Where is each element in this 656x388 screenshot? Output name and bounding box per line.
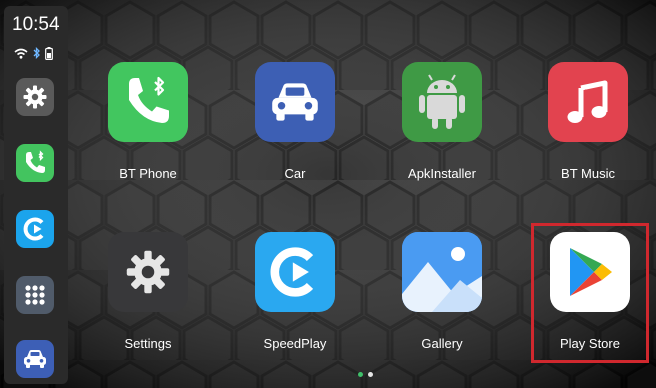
home-screen: 10:54 BT Phone Car ApkInstaller BT Music…	[0, 0, 656, 388]
app-label: ApkInstaller	[408, 166, 476, 181]
gear-icon	[23, 85, 47, 109]
sidebar-item-settings[interactable]	[16, 78, 54, 116]
app-icon-gallery[interactable]	[402, 232, 482, 312]
sidebar-item-app-grid[interactable]	[16, 276, 54, 314]
app-icon-settings[interactable]	[108, 232, 188, 312]
app-speedplay[interactable]: SpeedPlay	[225, 232, 365, 372]
app-label: Gallery	[421, 336, 463, 351]
phone-icon	[129, 76, 169, 123]
status-icons	[14, 46, 53, 60]
app-icon-bt-phone[interactable]	[108, 62, 188, 142]
wifi-icon	[14, 48, 28, 59]
phone-icon	[26, 150, 45, 173]
gear-icon	[126, 250, 170, 294]
app-car[interactable]: Car	[225, 62, 365, 202]
app-icon-bt-music[interactable]	[548, 62, 628, 142]
gallery-icon	[402, 232, 482, 312]
battery-icon	[45, 46, 53, 60]
grid-icon	[25, 285, 45, 305]
sidebar-item-car[interactable]	[16, 340, 54, 378]
car-icon	[24, 350, 46, 368]
app-icon-speedplay[interactable]	[255, 232, 335, 312]
app-label: Car	[284, 166, 306, 181]
app-label: BT Music	[561, 166, 615, 181]
page-dot-active	[358, 372, 363, 377]
app-gallery[interactable]: Gallery	[372, 232, 512, 372]
app-icon-car[interactable]	[255, 62, 335, 142]
app-label: Settings	[124, 336, 172, 351]
app-bt-music[interactable]: BT Music	[518, 62, 656, 202]
page-indicator	[358, 372, 373, 377]
app-bt-phone[interactable]: BT Phone	[78, 62, 218, 202]
app-settings[interactable]: Settings	[78, 232, 218, 372]
sidebar-item-bt-phone[interactable]	[16, 144, 54, 182]
clock: 10:54	[12, 14, 60, 35]
bluetooth-icon	[33, 47, 40, 59]
app-label: BT Phone	[119, 166, 177, 181]
speedplay-icon	[23, 217, 44, 241]
music-note-icon	[567, 80, 608, 123]
sidebar: 10:54	[4, 6, 68, 384]
app-icon-apkinstaller[interactable]	[402, 62, 482, 142]
app-label: SpeedPlay	[263, 336, 327, 351]
app-apkinstaller[interactable]: ApkInstaller	[372, 62, 512, 202]
android-icon	[419, 74, 465, 129]
page-dot	[368, 372, 373, 377]
play-store-highlight-box	[531, 223, 649, 363]
speedplay-icon	[270, 247, 314, 297]
car-icon	[272, 83, 318, 121]
sidebar-item-speedplay[interactable]	[16, 210, 54, 248]
